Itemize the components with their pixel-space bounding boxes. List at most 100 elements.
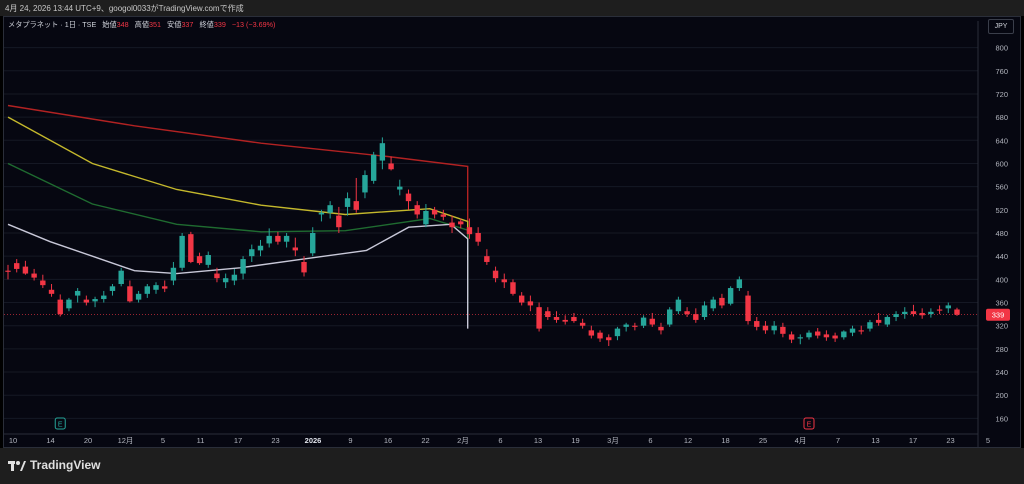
x-tick-label: 11 — [197, 436, 205, 445]
candle-body — [240, 259, 246, 274]
candle-body — [501, 279, 507, 283]
candle-body — [327, 205, 333, 213]
x-tick-label: 19 — [571, 436, 579, 445]
y-tick-label: 320 — [995, 322, 1008, 331]
candle-body — [919, 312, 925, 316]
y-tick-label: 680 — [995, 113, 1008, 122]
candle-body — [858, 330, 864, 332]
candle-body — [57, 299, 63, 315]
candle-body — [893, 314, 899, 318]
candle-body — [266, 235, 272, 244]
candle-body — [884, 317, 891, 325]
y-tick-label: 280 — [995, 345, 1008, 354]
candle-body — [318, 212, 325, 215]
candle-body — [405, 193, 412, 202]
candle-body — [292, 247, 299, 251]
candle-body — [745, 295, 751, 322]
candle-body — [440, 214, 447, 217]
y-tick-label: 440 — [995, 252, 1008, 261]
x-tick-label: 10 — [9, 436, 17, 445]
candle-body — [179, 235, 185, 268]
brand[interactable]: TradingView — [8, 458, 100, 472]
x-tick-label: 16 — [384, 436, 392, 445]
candle-body — [719, 297, 725, 306]
candle-body — [553, 317, 560, 320]
candle-body — [222, 278, 229, 283]
symbol-label[interactable]: メタプラネット · 1日 · TSE — [8, 20, 96, 29]
candle-body — [31, 273, 37, 278]
candle-body — [22, 266, 29, 274]
candle-body — [867, 322, 873, 329]
candle-body — [814, 331, 821, 336]
candle-body — [492, 270, 499, 279]
candle-body — [379, 143, 386, 161]
candle-body — [5, 270, 11, 272]
candle-body — [414, 205, 420, 215]
candle-body — [910, 311, 917, 315]
candle-body — [101, 295, 107, 300]
y-tick-label: 640 — [995, 136, 1008, 145]
moving-average-line — [7, 162, 469, 312]
x-tick-label: 23 — [946, 436, 954, 445]
x-tick-label: 2026 — [305, 436, 322, 445]
candle-body — [597, 332, 603, 339]
candle-body — [127, 286, 133, 302]
candle-body — [666, 309, 673, 325]
x-tick-label: 22 — [421, 436, 429, 445]
candle-body — [571, 317, 577, 322]
x-tick-label: 12 — [684, 436, 692, 445]
currency-button[interactable]: JPY — [988, 19, 1014, 34]
candle-body — [832, 335, 838, 339]
candle-body — [162, 286, 168, 289]
candle-body — [388, 163, 394, 170]
candle-body — [849, 328, 856, 333]
y-tick-label: 520 — [995, 206, 1008, 215]
x-tick-label: 17 — [234, 436, 242, 445]
earnings-marker-label: E — [58, 422, 63, 429]
candle-body — [684, 311, 690, 315]
change-value: −13 (−3.69%) — [231, 20, 276, 29]
x-tick-label: 4月 — [795, 436, 807, 445]
x-tick-label: 6 — [648, 436, 652, 445]
candle-body — [118, 270, 124, 284]
earnings-marker: E — [803, 417, 815, 430]
candle-body — [48, 289, 55, 294]
candle-body — [536, 307, 542, 329]
candle-body — [640, 317, 647, 326]
candle-body — [370, 154, 377, 181]
candle-body — [83, 299, 90, 303]
y-tick-label: 600 — [995, 159, 1008, 168]
candle-body — [902, 311, 908, 315]
candle-body — [14, 263, 20, 269]
candle-body — [823, 334, 830, 338]
open-label: 始値 — [102, 20, 117, 29]
candle-body — [954, 309, 960, 315]
candle-body — [518, 295, 525, 303]
moving-average-line — [7, 104, 469, 232]
candle-body — [754, 321, 760, 327]
x-tick-label: 20 — [84, 436, 92, 445]
x-tick-label: 5 — [161, 436, 165, 445]
x-tick-label: 9 — [348, 436, 352, 445]
candle-body — [283, 235, 290, 242]
candle-body — [562, 319, 568, 322]
brand-name: TradingView — [30, 458, 101, 472]
tradingview-logo-icon — [8, 459, 26, 471]
candle-body — [693, 314, 699, 320]
candlestick-chart[interactable]: 1602002402803203604004404805205606006406… — [0, 0, 1024, 484]
high-label: 高値 — [134, 20, 150, 29]
x-tick-label: 3月 — [607, 436, 619, 445]
candle-body — [135, 293, 142, 300]
x-tick-label: 17 — [909, 436, 917, 445]
x-tick-label: 14 — [46, 436, 54, 445]
candle-body — [623, 324, 629, 327]
candle-body — [658, 326, 664, 331]
candle-body — [579, 322, 586, 326]
x-tick-label: 13 — [871, 436, 879, 445]
x-tick-label: 6 — [498, 436, 502, 445]
moving-average-line — [7, 223, 469, 329]
candle-body — [397, 186, 403, 190]
candle-body — [205, 255, 211, 265]
candle-body — [841, 331, 847, 338]
candle-body — [675, 299, 682, 312]
